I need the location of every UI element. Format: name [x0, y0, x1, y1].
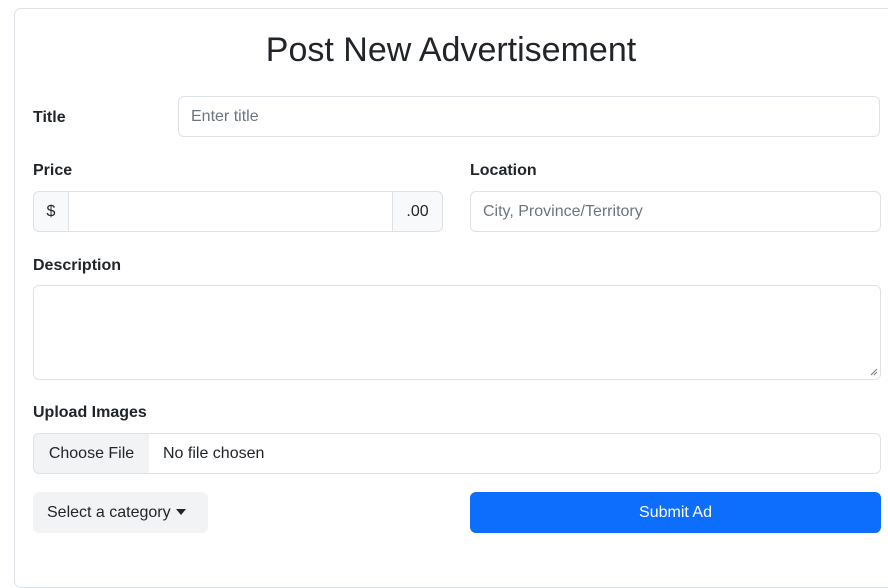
category-dropdown[interactable]: Select a category [33, 492, 208, 533]
caret-down-icon [175, 508, 186, 515]
title-label: Title [33, 109, 66, 126]
title-input[interactable]: Enter title [178, 96, 880, 137]
description-label: Description [33, 257, 122, 274]
resize-handle-icon[interactable] [870, 368, 878, 376]
description-textarea[interactable] [33, 285, 881, 380]
submit-ad-button[interactable]: Submit Ad [470, 492, 881, 533]
location-label: Location [470, 162, 537, 179]
price-input[interactable] [68, 191, 393, 232]
location-placeholder: City, Province/Territory [483, 202, 643, 220]
file-status: No file chosen [149, 433, 881, 474]
category-dropdown-label: Select a category [47, 503, 171, 521]
price-prefix: $ [33, 191, 69, 232]
upload-label: Upload Images [33, 404, 147, 421]
price-label: Price [33, 162, 73, 179]
location-input[interactable]: City, Province/Territory [470, 191, 881, 232]
title-placeholder: Enter title [191, 107, 259, 125]
price-suffix: .00 [392, 191, 443, 232]
page-title: Post New Advertisement [265, 31, 637, 69]
choose-file-button[interactable]: Choose File [33, 433, 150, 474]
